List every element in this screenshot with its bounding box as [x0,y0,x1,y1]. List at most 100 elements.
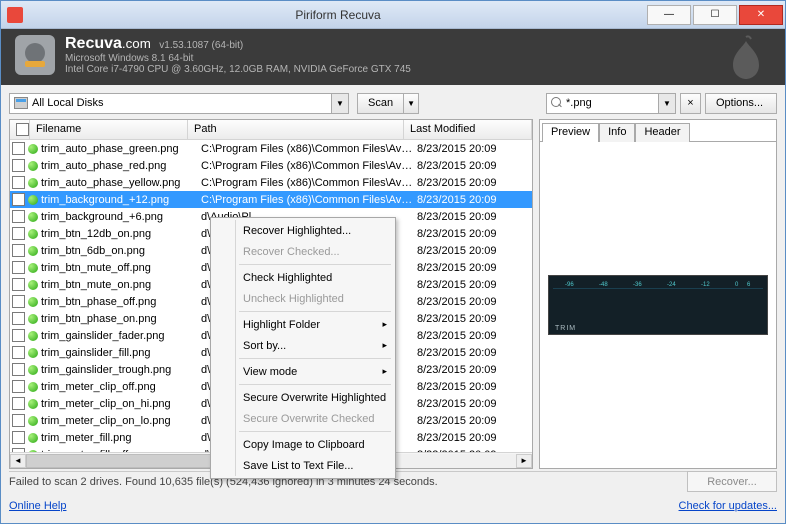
menu-item: Recover Checked... [213,241,393,262]
scan-dropdown[interactable]: ▼ [403,93,419,114]
cell-modified: 8/23/2015 20:09 [417,211,515,223]
scroll-left-icon[interactable]: ◄ [10,454,26,468]
window-title: Piriform Recuva [29,8,647,22]
row-checkbox[interactable] [12,176,25,189]
status-dot-icon [28,314,38,324]
search-icon [551,97,563,109]
row-checkbox[interactable] [12,414,25,427]
status-dot-icon [28,297,38,307]
row-checkbox[interactable] [12,329,25,342]
menu-item[interactable]: Sort by...▸ [213,335,393,356]
row-checkbox[interactable] [12,295,25,308]
table-row[interactable]: trim_auto_phase_green.pngC:\Program File… [10,140,532,157]
menu-item[interactable]: Save List to Text File... [213,455,393,476]
search-value: *.png [566,97,592,109]
status-dot-icon [28,280,38,290]
col-checkbox[interactable] [10,120,30,139]
table-row[interactable]: trim_auto_phase_yellow.pngC:\Program Fil… [10,174,532,191]
search-input[interactable]: *.png ▼ [546,93,676,114]
row-checkbox[interactable] [12,159,25,172]
cell-filename: trim_btn_phase_on.png [41,313,201,325]
app-icon [7,7,23,23]
cell-filename: trim_meter_fill_off.png [41,449,201,453]
cell-filename: trim_background_+6.png [41,211,201,223]
cell-path: C:\Program Files (x86)\Common Files\Avid… [201,177,417,189]
row-checkbox[interactable] [12,227,25,240]
cell-modified: 8/23/2015 20:09 [417,415,515,427]
preview-caption: TRIM [555,325,576,332]
row-checkbox[interactable] [12,210,25,223]
status-dot-icon [28,450,38,453]
column-headers: Filename Path Last Modified [10,120,532,140]
menu-item[interactable]: Highlight Folder▸ [213,314,393,335]
minimize-button[interactable]: — [647,5,691,25]
titlebar: Piriform Recuva — ☐ ✕ [1,1,785,29]
row-checkbox[interactable] [12,312,25,325]
cell-modified: 8/23/2015 20:09 [417,160,515,172]
search-dropdown-icon[interactable]: ▼ [658,94,675,113]
row-checkbox[interactable] [12,346,25,359]
cell-filename: trim_btn_12db_on.png [41,228,201,240]
row-checkbox[interactable] [12,244,25,257]
preview-content: -96 -48 -36 -24 -12 0 6 TRIM [540,142,776,468]
menu-item[interactable]: Secure Overwrite Highlighted [213,387,393,408]
cell-modified: 8/23/2015 20:09 [417,381,515,393]
status-dot-icon [28,195,38,205]
row-checkbox[interactable] [12,448,25,452]
drive-select[interactable]: All Local Disks ▼ [9,93,349,114]
row-checkbox[interactable] [12,380,25,393]
row-checkbox[interactable] [12,193,25,206]
menu-item[interactable]: Recover Highlighted... [213,220,393,241]
cell-modified: 8/23/2015 20:09 [417,262,515,274]
close-button[interactable]: ✕ [739,5,783,25]
context-menu[interactable]: Recover Highlighted...Recover Checked...… [210,217,396,479]
tab-preview[interactable]: Preview [542,123,599,142]
status-dot-icon [28,161,38,171]
tab-header[interactable]: Header [635,123,689,142]
table-row[interactable]: trim_auto_phase_red.pngC:\Program Files … [10,157,532,174]
cell-modified: 8/23/2015 20:09 [417,313,515,325]
online-help-link[interactable]: Online Help [9,500,66,512]
menu-item[interactable]: Check Highlighted [213,267,393,288]
chevron-down-icon[interactable]: ▼ [331,94,348,113]
cell-filename: trim_background_+12.png [41,194,201,206]
cell-filename: trim_meter_clip_on_lo.png [41,415,201,427]
cell-filename: trim_meter_clip_on_hi.png [41,398,201,410]
row-checkbox[interactable] [12,142,25,155]
cell-modified: 8/23/2015 20:09 [417,194,515,206]
status-dot-icon [28,178,38,188]
col-modified[interactable]: Last Modified [404,120,532,139]
options-button[interactable]: Options... [705,93,777,114]
row-checkbox[interactable] [12,397,25,410]
status-dot-icon [28,399,38,409]
version-label: v1.53.1087 (64-bit) [159,40,243,51]
check-updates-link[interactable]: Check for updates... [679,500,777,512]
os-line: Microsoft Windows 8.1 64-bit [65,53,411,64]
cell-modified: 8/23/2015 20:09 [417,228,515,240]
row-checkbox[interactable] [12,431,25,444]
row-checkbox[interactable] [12,363,25,376]
cell-modified: 8/23/2015 20:09 [417,347,515,359]
table-row[interactable]: trim_background_+12.pngC:\Program Files … [10,191,532,208]
drive-label: All Local Disks [32,97,104,109]
maximize-button[interactable]: ☐ [693,5,737,25]
menu-item[interactable]: View mode▸ [213,361,393,382]
scan-button[interactable]: Scan [357,93,403,114]
menu-item[interactable]: Copy Image to Clipboard [213,434,393,455]
recover-button[interactable]: Recover... [687,471,777,492]
cell-modified: 8/23/2015 20:09 [417,296,515,308]
scroll-thumb[interactable] [26,454,222,468]
col-filename[interactable]: Filename [30,120,188,139]
scroll-right-icon[interactable]: ► [516,454,532,468]
row-checkbox[interactable] [12,278,25,291]
cell-path: C:\Program Files (x86)\Common Files\Avid… [201,160,417,172]
cell-modified: 8/23/2015 20:09 [417,245,515,257]
row-checkbox[interactable] [12,261,25,274]
tab-info[interactable]: Info [599,123,635,142]
recuva-logo-icon [15,35,55,75]
status-dot-icon [28,416,38,426]
clear-search-button[interactable]: × [680,93,701,114]
cell-filename: trim_auto_phase_green.png [41,143,201,155]
cell-modified: 8/23/2015 20:09 [417,432,515,444]
col-path[interactable]: Path [188,120,404,139]
